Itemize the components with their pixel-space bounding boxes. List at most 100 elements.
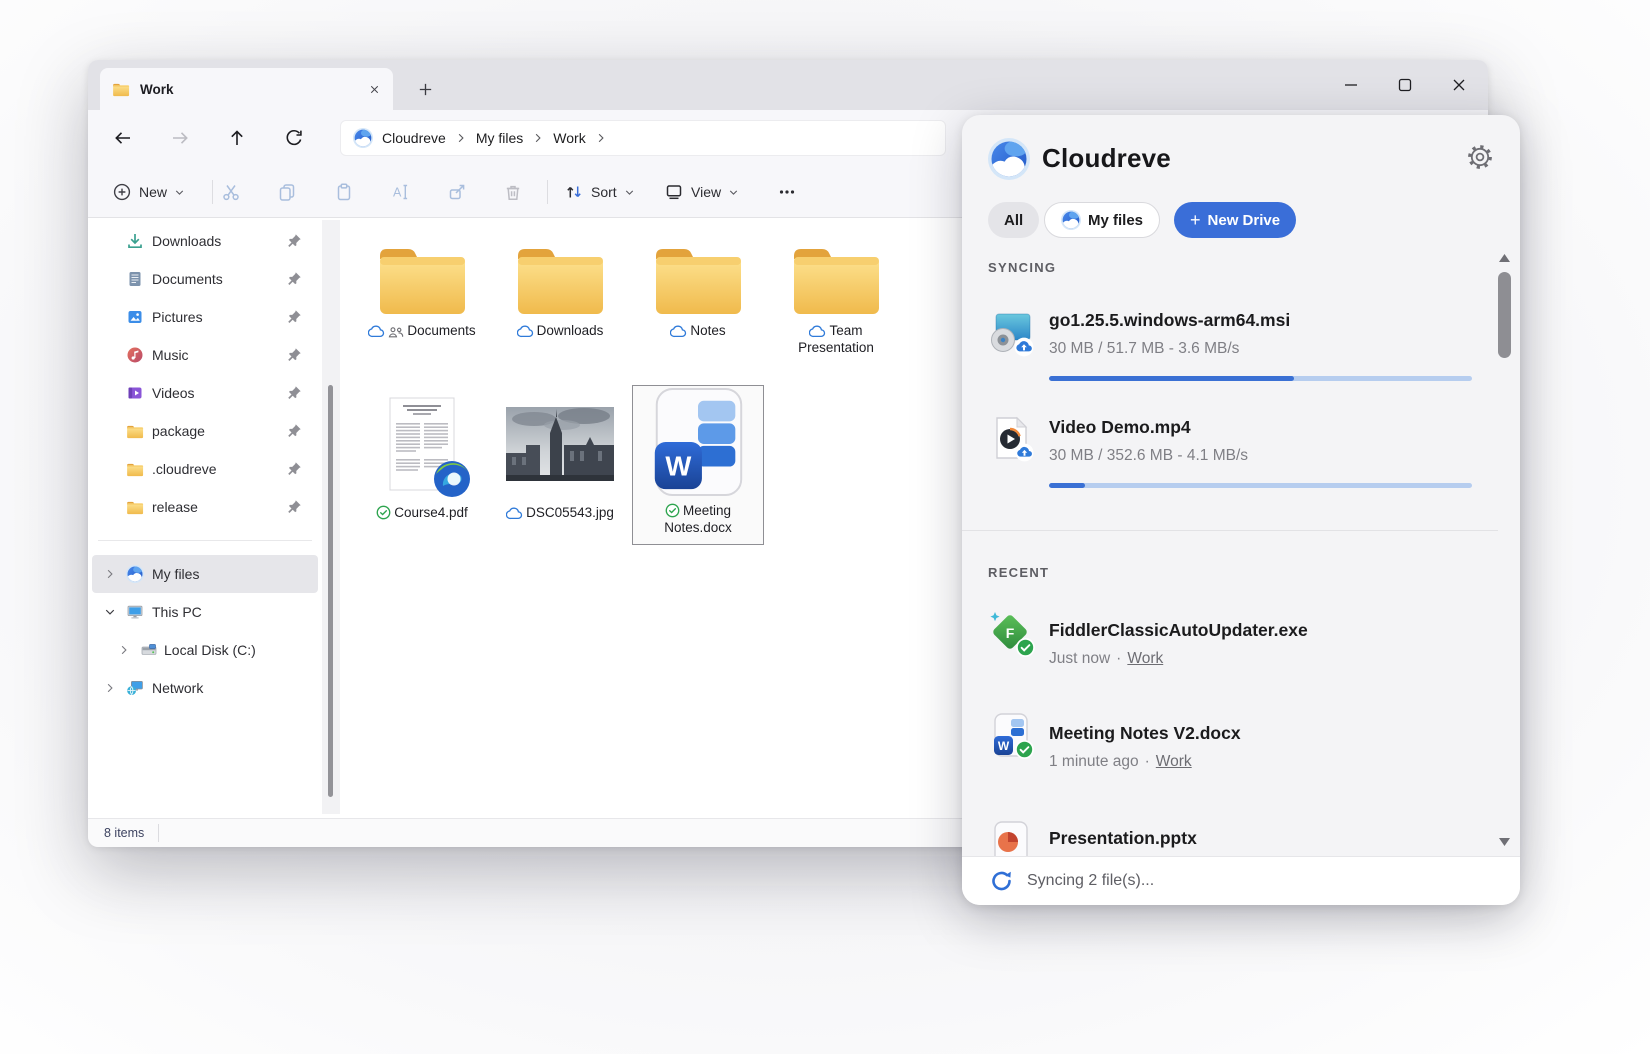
scroll-up-icon[interactable]: [1498, 253, 1511, 263]
new-tab-button[interactable]: [410, 74, 440, 104]
cloudreve-logo-icon: [1061, 210, 1081, 230]
sidebar: Downloads Documents Pictures: [88, 218, 322, 818]
minimize-button[interactable]: [1324, 65, 1378, 105]
cut-icon: [221, 182, 241, 202]
tab-close-icon[interactable]: [368, 83, 381, 96]
delete-button[interactable]: [495, 174, 531, 210]
chevron-right-icon[interactable]: [595, 132, 607, 144]
pdf-thumbnail: [357, 388, 487, 500]
chevron-right-icon[interactable]: [104, 568, 116, 580]
ppt-file-icon: [988, 820, 1034, 856]
maximize-icon: [1395, 75, 1415, 95]
back-button[interactable]: [105, 120, 141, 156]
forward-button[interactable]: [162, 120, 198, 156]
more-options-button[interactable]: [768, 174, 806, 210]
recent-location-link[interactable]: Work: [1156, 753, 1192, 770]
breadcrumb-item-cloudreve[interactable]: Cloudreve: [382, 130, 446, 146]
cut-button[interactable]: [213, 174, 249, 210]
file-tile-dsc05543-jpg[interactable]: DSC05543.jpg: [495, 388, 625, 521]
close-icon: [1449, 75, 1469, 95]
chevron-down-icon[interactable]: [104, 606, 116, 618]
window-controls: [1324, 60, 1486, 110]
syncing-progress-text: 30 MB / 352.6 MB - 4.1 MB/s: [1049, 447, 1248, 465]
scrollbar-thumb[interactable]: [1498, 272, 1511, 358]
view-button-label: View: [691, 184, 721, 200]
refresh-button[interactable]: [276, 120, 312, 156]
sort-button[interactable]: Sort: [556, 174, 644, 210]
rename-button[interactable]: A: [382, 174, 418, 210]
chevron-right-icon[interactable]: [532, 132, 544, 144]
syncing-file-name: go1.25.5.windows-arm64.msi: [1049, 310, 1290, 331]
folder-icon: [112, 82, 130, 97]
scrollbar-thumb[interactable]: [328, 385, 333, 797]
panel-footer: Syncing 2 file(s)...: [962, 856, 1520, 905]
pin-icon[interactable]: [287, 499, 302, 514]
folder-label: Documents: [357, 322, 487, 339]
up-button[interactable]: [219, 120, 255, 156]
pin-icon[interactable]: [287, 271, 302, 286]
maximize-button[interactable]: [1378, 65, 1432, 105]
file-tile-meeting-notes-docx[interactable]: W Meeting Notes.docx: [633, 386, 763, 544]
cloud-status-icon: [506, 507, 523, 520]
chevron-right-icon[interactable]: [118, 644, 130, 656]
sidebar-item-pictures[interactable]: Pictures: [88, 298, 322, 336]
cloud-status-icon: [670, 325, 687, 338]
pin-icon[interactable]: [287, 233, 302, 248]
file-tile-course4-pdf[interactable]: Course4.pdf: [357, 388, 487, 521]
cloud-status-icon: [809, 325, 826, 338]
breadcrumb-item-work[interactable]: Work: [553, 130, 585, 146]
recent-header: RECENT: [988, 565, 1049, 580]
new-drive-button[interactable]: + New Drive: [1174, 202, 1296, 238]
sidebar-item-videos[interactable]: Videos: [88, 374, 322, 412]
sidebar-item-downloads[interactable]: Downloads: [88, 222, 322, 260]
shared-people-icon: [388, 326, 404, 338]
sync-spinner-icon: [990, 869, 1014, 893]
folder-label: Notes: [633, 322, 763, 339]
filter-chip-all[interactable]: All: [988, 202, 1039, 238]
sidebar-scrollbar[interactable]: [322, 220, 340, 814]
pin-icon[interactable]: [287, 461, 302, 476]
folder-tile-documents[interactable]: Documents: [357, 240, 487, 339]
breadcrumb[interactable]: Cloudreve My files Work: [340, 120, 946, 156]
breadcrumb-item-my-files[interactable]: My files: [476, 130, 523, 146]
folder-icon: [126, 500, 144, 515]
sidebar-item-my-files[interactable]: My files: [92, 555, 318, 593]
pin-icon[interactable]: [287, 385, 302, 400]
recent-location-link[interactable]: Work: [1127, 650, 1163, 667]
chevron-down-icon: [173, 186, 186, 199]
tab-work[interactable]: Work: [100, 68, 393, 110]
pin-icon[interactable]: [287, 309, 302, 324]
gear-icon[interactable]: [1466, 143, 1494, 171]
cloudreve-logo-icon: [126, 565, 144, 583]
local-disk-icon: [140, 641, 158, 659]
paste-button[interactable]: [326, 174, 362, 210]
sidebar-item-cloudreve-folder[interactable]: .cloudreve: [88, 450, 322, 488]
sidebar-item-package[interactable]: package: [88, 412, 322, 450]
folder-label: Team Presentation: [781, 322, 891, 356]
copy-button[interactable]: [269, 174, 305, 210]
folder-tile-downloads[interactable]: Downloads: [495, 240, 625, 339]
pin-icon[interactable]: [287, 347, 302, 362]
folder-tile-notes[interactable]: Notes: [633, 240, 763, 339]
progress-fill: [1049, 483, 1085, 488]
scroll-down-icon[interactable]: [1498, 837, 1511, 847]
view-button[interactable]: View: [656, 174, 748, 210]
new-button[interactable]: New: [104, 174, 194, 210]
filter-chip-my-files[interactable]: My files: [1044, 202, 1160, 238]
recent-file-name: Meeting Notes V2.docx: [1049, 723, 1241, 744]
sidebar-item-release[interactable]: release: [88, 488, 322, 526]
chevron-right-icon[interactable]: [455, 132, 467, 144]
share-button[interactable]: [439, 174, 475, 210]
sidebar-item-this-pc[interactable]: This PC: [88, 593, 322, 631]
sidebar-item-documents[interactable]: Documents: [88, 260, 322, 298]
sidebar-item-local-disk[interactable]: Local Disk (C:): [88, 631, 322, 669]
folder-tile-team-presentation[interactable]: Team Presentation: [771, 240, 901, 356]
progress-fill: [1049, 376, 1294, 381]
this-pc-icon: [126, 603, 144, 621]
sidebar-item-music[interactable]: Music: [88, 336, 322, 374]
pin-icon[interactable]: [287, 423, 302, 438]
chevron-right-icon[interactable]: [104, 682, 116, 694]
progress-bar: [1049, 483, 1472, 488]
close-button[interactable]: [1432, 65, 1486, 105]
sidebar-item-network[interactable]: Network: [88, 669, 322, 707]
